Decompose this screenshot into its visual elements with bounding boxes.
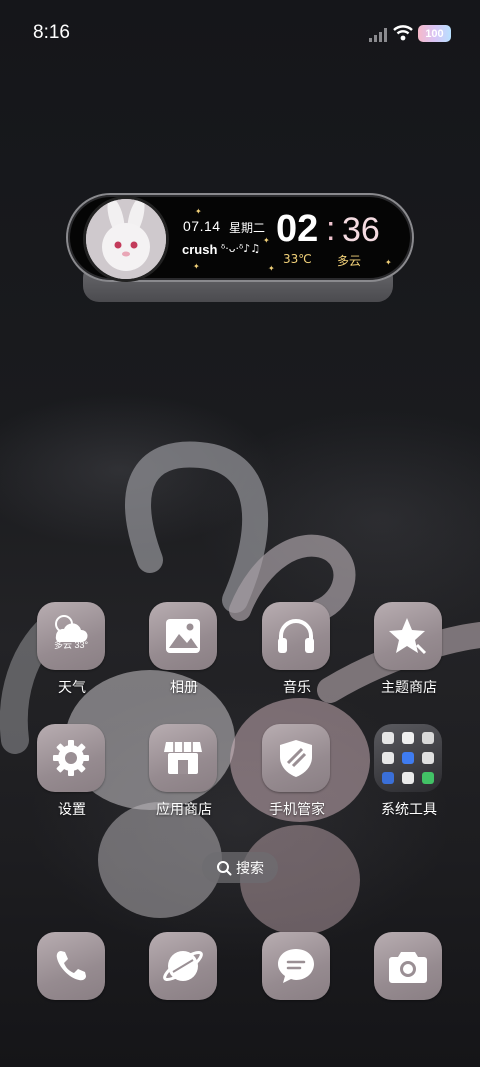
widget-weekday: 星期二: [229, 221, 266, 235]
app-app-store[interactable]: 应用商店: [139, 724, 229, 836]
widget-caption: crush: [182, 242, 218, 257]
phone-icon: [37, 932, 105, 1000]
camera-icon: [374, 932, 442, 1000]
app-phone-manager[interactable]: 手机管家: [252, 724, 342, 836]
widget-hour: 02: [276, 208, 319, 250]
browser-icon: [149, 932, 217, 1000]
star-icon: ✦: [193, 262, 200, 271]
star-icon: ✦: [268, 264, 275, 273]
dock-browser[interactable]: [139, 932, 229, 1044]
shield-icon: [262, 724, 330, 792]
status-time: 8:16: [33, 22, 70, 43]
widget-caption-deco: ᵟ·ᴗ·ᵟ♪♫: [221, 242, 261, 255]
headphones-icon: [262, 602, 330, 670]
dock-camera[interactable]: [364, 932, 454, 1044]
signal-icon: [369, 28, 387, 42]
star-icon: ✦: [385, 258, 392, 267]
app-weather[interactable]: 多云 33° 天气: [27, 602, 117, 714]
widget-date: 07.14: [183, 218, 221, 234]
message-icon: [262, 932, 330, 1000]
gallery-icon: [149, 602, 217, 670]
search-button[interactable]: 搜索: [202, 852, 278, 883]
weather-icon: 多云 33°: [37, 602, 105, 670]
widget-temperature: 33℃: [283, 252, 312, 266]
status-bar: 8:16 100: [0, 0, 480, 68]
widget-condition: 多云: [337, 254, 362, 268]
app-label: 系统工具: [381, 802, 437, 818]
store-icon: [149, 724, 217, 792]
app-label: 手机管家: [269, 802, 325, 818]
app-theme-store[interactable]: 主题商店: [364, 602, 454, 714]
widget-minute: 36: [342, 211, 380, 249]
star-icon: ✦: [263, 236, 270, 245]
wallpaper: [0, 0, 480, 1067]
widget-avatar: [83, 196, 169, 282]
battery-level: 100: [425, 27, 444, 40]
weather-badge: 多云 33°: [54, 640, 89, 650]
wifi-icon: [393, 25, 413, 41]
app-settings[interactable]: 设置: [27, 724, 117, 836]
app-label: 设置: [58, 802, 86, 818]
bunny-wallpaper-art: [0, 441, 480, 935]
app-label: 相册: [170, 680, 198, 696]
widget-colon: :: [326, 210, 336, 248]
app-label: 应用商店: [156, 802, 212, 818]
battery-icon: 100: [418, 25, 451, 42]
app-gallery[interactable]: 相册: [139, 602, 229, 714]
app-music[interactable]: 音乐: [252, 602, 342, 714]
star-icon: ✦: [195, 207, 202, 216]
app-system-tools-folder[interactable]: 系统工具: [364, 724, 454, 836]
search-icon: [217, 860, 232, 875]
search-label: 搜索: [236, 860, 264, 877]
app-label: 主题商店: [381, 680, 437, 696]
app-label: 音乐: [283, 680, 311, 696]
dock-messages[interactable]: [252, 932, 342, 1044]
dock-phone[interactable]: [27, 932, 117, 1044]
gear-icon: [37, 724, 105, 792]
theme-star-icon: [374, 602, 442, 670]
app-label: 天气: [58, 680, 86, 696]
folder-icon: [374, 724, 442, 792]
